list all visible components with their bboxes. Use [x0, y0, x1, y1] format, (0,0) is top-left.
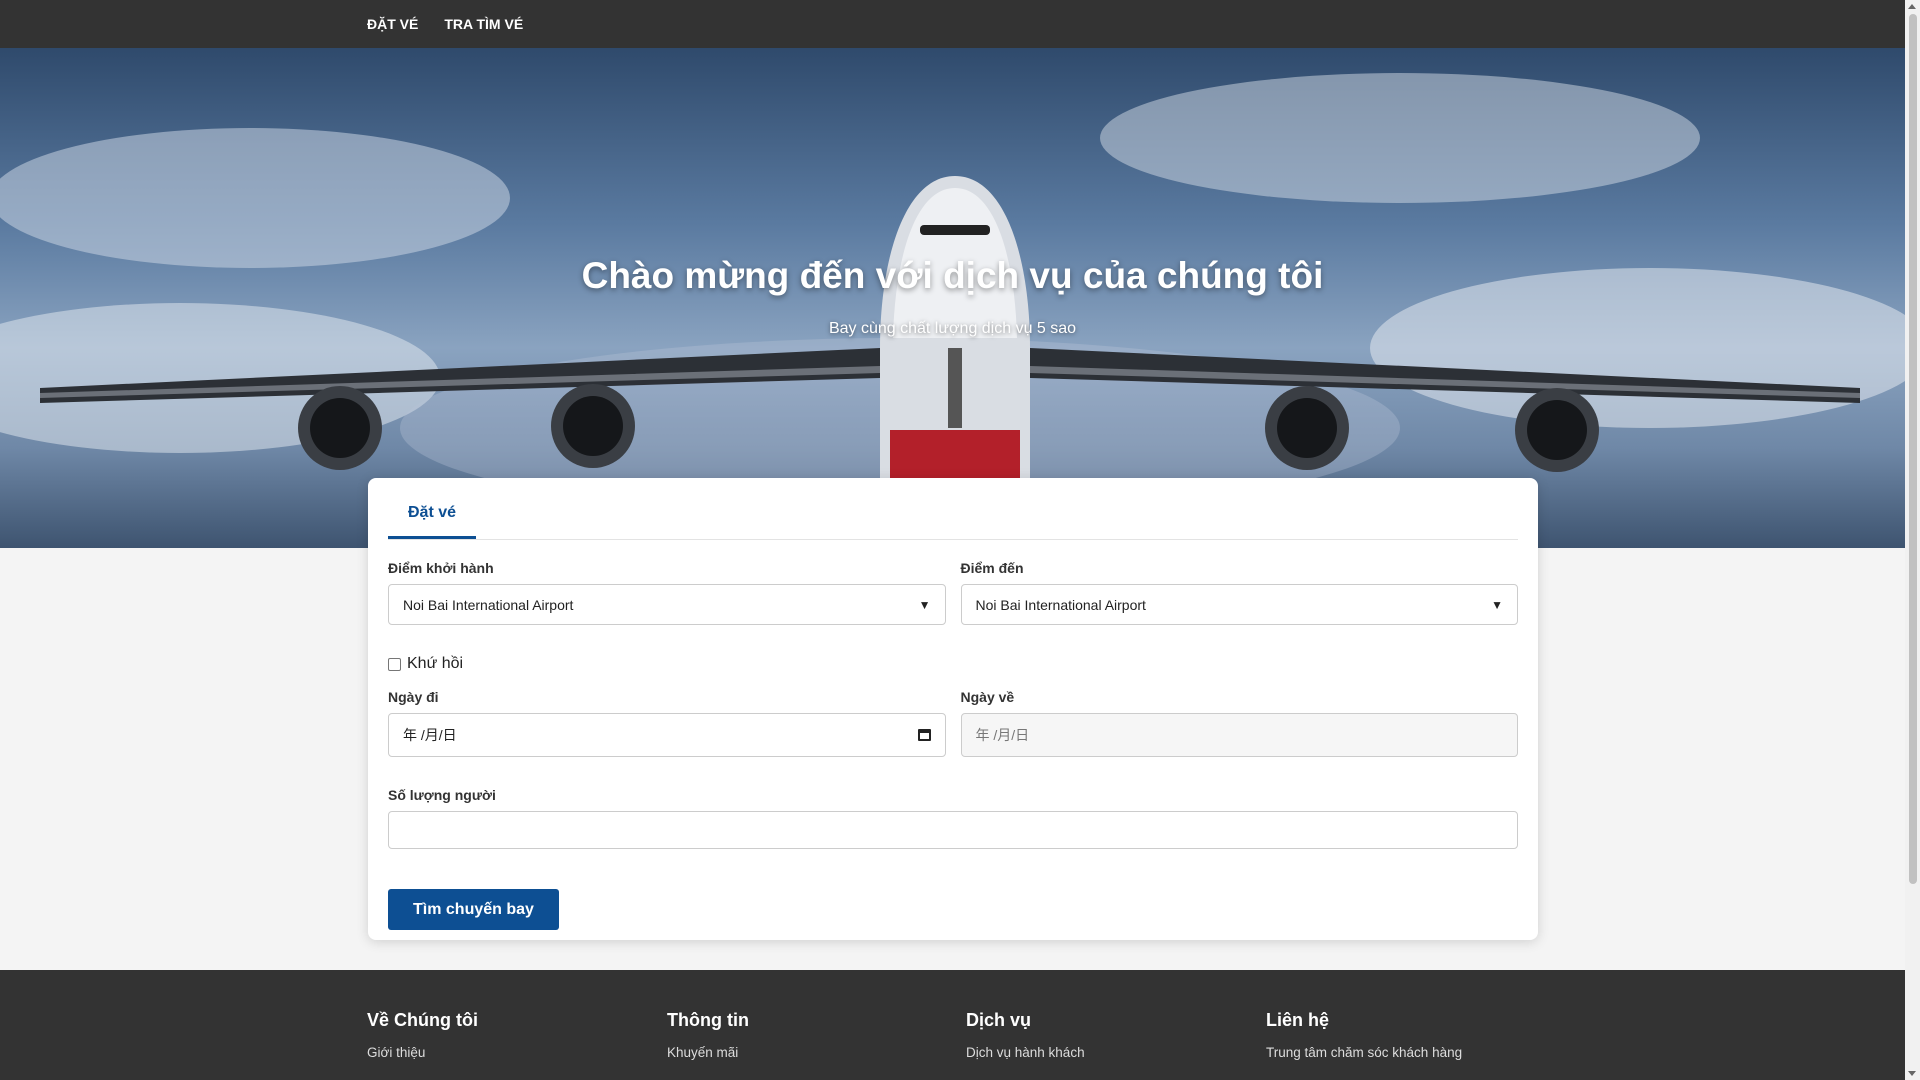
calendar-icon[interactable]: [917, 729, 931, 741]
chevron-down-icon: ▼: [1491, 597, 1503, 612]
return-date-label: Ngày về: [960, 689, 1015, 705]
destination-label: Điểm đến: [960, 560, 1024, 576]
footer-column-about: Về Chúng tôi Giới thiệu: [367, 1010, 478, 1072]
form-tabs: Đặt vé: [388, 478, 1518, 540]
footer-column-info: Thông tin Khuyến mãi: [667, 1010, 749, 1072]
origin-label: Điểm khởi hành: [388, 560, 494, 576]
hero-banner: Chào mừng đến với dịch vụ của chúng tôi …: [0, 48, 1905, 548]
passengers-label: Số lượng người: [388, 787, 496, 803]
footer-link-about[interactable]: Giới thiệu: [367, 1045, 478, 1060]
tab-book-ticket[interactable]: Đặt vé: [388, 504, 477, 539]
footer-column-services: Dịch vụ Dịch vụ hành khách: [966, 1010, 1085, 1072]
passengers-input[interactable]: [388, 811, 1518, 849]
destination-select[interactable]: Noi Bai International Airport ▼: [960, 584, 1518, 625]
airplane-hero-image: [0, 73, 1905, 518]
depart-date-input[interactable]: 年 /月/日: [388, 713, 946, 757]
scrollbar-thumb[interactable]: [1909, 14, 1917, 884]
page-scrollbar[interactable]: [1905, 0, 1920, 1080]
origin-select[interactable]: Noi Bai International Airport ▼: [388, 584, 946, 625]
top-navigation: ĐẶT VÉ TRA TÌM VÉ: [0, 0, 1905, 48]
scroll-down-arrow-icon[interactable]: [1908, 1071, 1916, 1076]
footer: Về Chúng tôi Giới thiệu Thông tin Khuyến…: [0, 970, 1905, 1080]
nav-search-ticket[interactable]: TRA TÌM VÉ: [444, 16, 523, 32]
depart-date-label: Ngày đi: [388, 689, 439, 705]
return-date-input: 年 /月/日: [960, 713, 1518, 757]
destination-selected-value: Noi Bai International Airport: [975, 596, 1146, 613]
footer-link-promotions[interactable]: Khuyến mãi: [667, 1045, 749, 1060]
hero-title: Chào mừng đến với dịch vụ của chúng tôi: [581, 255, 1324, 296]
scroll-up-arrow-icon[interactable]: [1908, 4, 1916, 9]
nav-book-ticket[interactable]: ĐẶT VÉ: [367, 16, 418, 32]
origin-selected-value: Noi Bai International Airport: [403, 596, 574, 613]
roundtrip-checkbox[interactable]: [388, 657, 401, 671]
return-date-placeholder: 年 /月/日: [975, 727, 1030, 743]
search-flights-button[interactable]: Tìm chuyến bay: [388, 889, 559, 930]
footer-heading-info: Thông tin: [667, 1010, 749, 1030]
footer-heading-contact: Liên hệ: [1266, 1010, 1330, 1030]
roundtrip-label: Khứ hồi: [407, 655, 464, 672]
footer-link-passenger-services[interactable]: Dịch vụ hành khách: [966, 1045, 1085, 1060]
depart-date-placeholder: 年 /月/日: [403, 727, 457, 743]
chevron-down-icon: ▼: [918, 597, 931, 612]
footer-heading-services: Dịch vụ: [966, 1010, 1032, 1030]
footer-column-contact: Liên hệ Trung tâm chăm sóc khách hàng: [1266, 1010, 1462, 1072]
footer-heading-about: Về Chúng tôi: [367, 1010, 478, 1030]
roundtrip-row: Khứ hồi: [388, 655, 1518, 673]
booking-form-card: Đặt vé Điểm khởi hành Noi Bai Internatio…: [368, 478, 1538, 940]
footer-link-customer-care[interactable]: Trung tâm chăm sóc khách hàng: [1266, 1045, 1462, 1060]
hero-subtitle: Bay cùng chất lượng dịch vụ 5 sao: [828, 320, 1077, 337]
